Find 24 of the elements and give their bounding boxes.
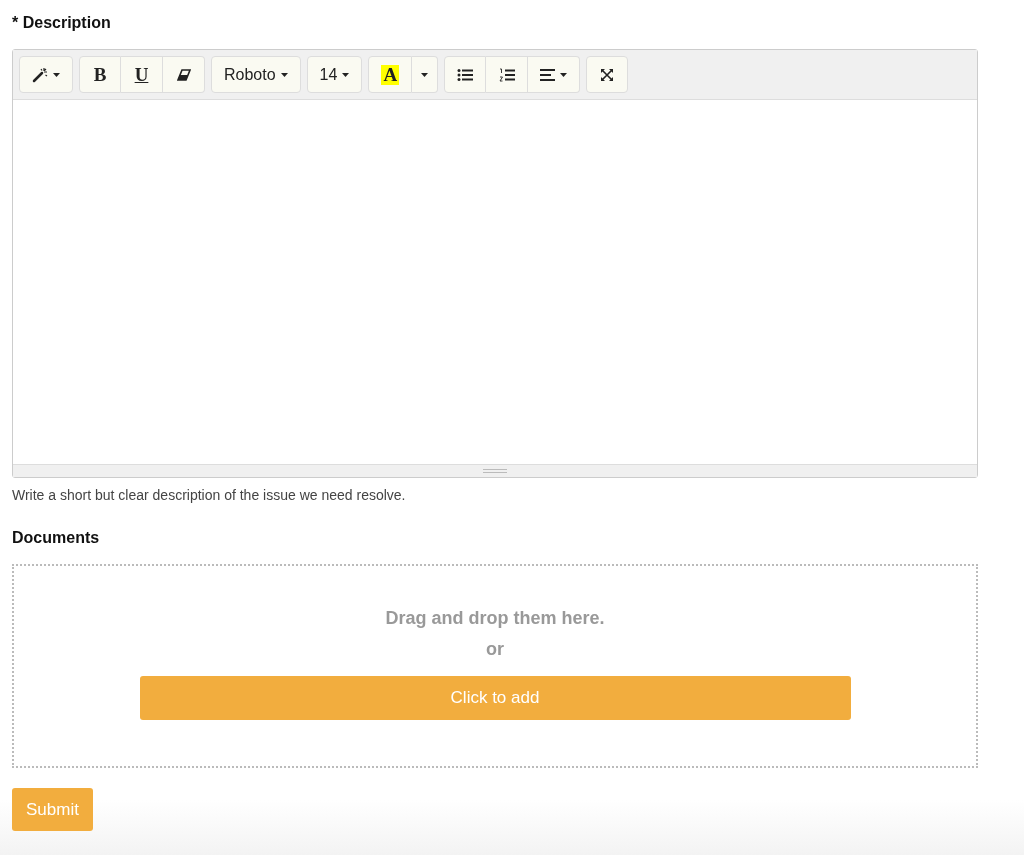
clear-format-button[interactable] [163,56,205,93]
resize-handle-icon [483,469,507,473]
numbered-list-button[interactable] [486,56,529,93]
field-label: Documents [12,529,101,548]
text-color-button[interactable]: A [368,56,413,93]
magic-wand-icon [32,66,48,83]
bullet-list-button[interactable] [444,56,487,93]
fullscreen-button[interactable] [586,56,629,93]
field-label: * Description [12,14,112,33]
eraser-icon [176,67,191,82]
style-button[interactable] [19,56,73,93]
align-button[interactable] [528,56,581,93]
or-text: or [486,639,504,660]
numbered-list-icon [498,67,515,82]
dropdown-button[interactable]: 14 [306,56,363,93]
help-text: Write a short but clear description of the issue we need resolve. [12,487,407,503]
dropdown-button[interactable]: Roboto [211,56,301,93]
color-dropdown-button[interactable] [412,56,439,93]
align-left-icon [540,68,556,81]
expand-icon [600,67,615,82]
underline-button[interactable]: U [121,56,163,93]
drop-hint: Drag and drop them here. [385,608,605,629]
bullet-list-icon [457,67,474,82]
bold-button[interactable]: B [79,56,121,93]
